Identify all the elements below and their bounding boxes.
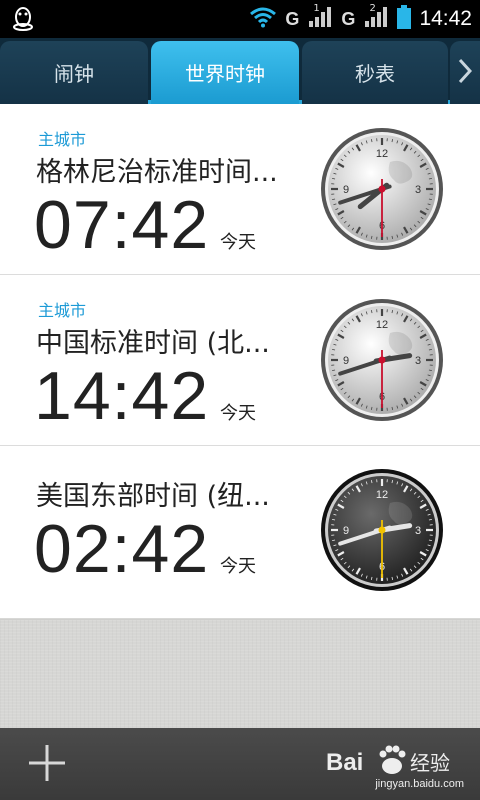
sim-2-label: 2 — [369, 3, 376, 14]
clock-day: 今天 — [220, 232, 256, 253]
clock-numeral: 12 — [376, 489, 388, 501]
city-name: 美国东部时间 (纽... — [36, 481, 270, 512]
tab-world-clock-label: 世界时钟 — [185, 62, 265, 86]
world-clock-list: 主城市 格林尼治标准时间... 07:42 今天 12369 主城市 中国标准时… — [0, 104, 480, 618]
clock-numeral: 12 — [376, 319, 388, 331]
analog-clock-icon: 12369 — [321, 128, 443, 250]
wifi-icon — [249, 6, 277, 32]
tab-world-clock[interactable]: 世界时钟 — [151, 41, 299, 104]
analog-clock-icon: 12369 — [321, 299, 443, 421]
chevron-right-icon — [458, 58, 473, 88]
tab-alarm[interactable]: 闹钟 — [0, 41, 148, 104]
tab-bar: 闹钟 世界时钟 秒表 — [0, 38, 480, 104]
qq-penguin-icon — [12, 5, 34, 35]
signal-icon: 1 — [307, 3, 333, 33]
plus-icon — [27, 743, 67, 787]
bottom-action-bar: Bai 经验 jingyan.baidu.com — [0, 728, 480, 800]
clock-numeral: 12 — [376, 148, 388, 160]
tab-stopwatch-label: 秒表 — [355, 62, 395, 86]
svg-text:经验: 经验 — [410, 751, 450, 775]
clock-time: 07:42 — [34, 187, 210, 263]
clock-time: 14:42 — [34, 358, 210, 434]
status-bar: G 1 G 2 14:42 — [0, 0, 480, 38]
add-city-button[interactable] — [20, 738, 74, 792]
svg-text:Bai: Bai — [326, 749, 363, 776]
clock-day: 今天 — [220, 556, 256, 577]
clock-numeral: 3 — [415, 184, 421, 196]
network-type-2: G — [341, 8, 356, 29]
home-city-label: 主城市 — [38, 301, 87, 320]
baidu-logo-icon: Bai 经验 — [326, 745, 450, 776]
clock-numeral: 3 — [415, 525, 421, 537]
sim-1-label: 1 — [313, 3, 320, 14]
battery-icon — [397, 5, 412, 33]
city-name: 中国标准时间 (北... — [36, 328, 270, 359]
city-name: 格林尼治标准时间... — [36, 157, 278, 188]
network-type-1: G — [285, 8, 300, 29]
list-item[interactable]: 主城市 格林尼治标准时间... 07:42 今天 12369 — [0, 104, 480, 275]
clock-numeral: 9 — [343, 184, 349, 196]
signal-icon: 2 — [363, 3, 389, 33]
list-item[interactable]: 主城市 中国标准时间 (北... 14:42 今天 12369 — [0, 275, 480, 446]
clock-numeral: 3 — [415, 355, 421, 367]
clock-day: 今天 — [220, 403, 256, 424]
tab-scroll-right[interactable] — [450, 41, 480, 104]
analog-clock-icon: 12369 — [321, 469, 443, 591]
clock-time: 02:42 — [34, 511, 210, 587]
tab-alarm-label: 闹钟 — [54, 62, 94, 86]
empty-background — [0, 619, 480, 729]
baidu-jingyan-watermark: Bai 经验 jingyan.baidu.com — [326, 740, 464, 792]
tab-stopwatch[interactable]: 秒表 — [302, 41, 448, 104]
clock-numeral: 9 — [343, 525, 349, 537]
status-time: 14:42 — [419, 7, 472, 30]
home-city-label: 主城市 — [38, 130, 87, 149]
list-item[interactable]: 美国东部时间 (纽... 02:42 今天 12369 — [0, 446, 480, 618]
clock-numeral: 9 — [343, 355, 349, 367]
watermark-url: jingyan.baidu.com — [375, 778, 464, 790]
